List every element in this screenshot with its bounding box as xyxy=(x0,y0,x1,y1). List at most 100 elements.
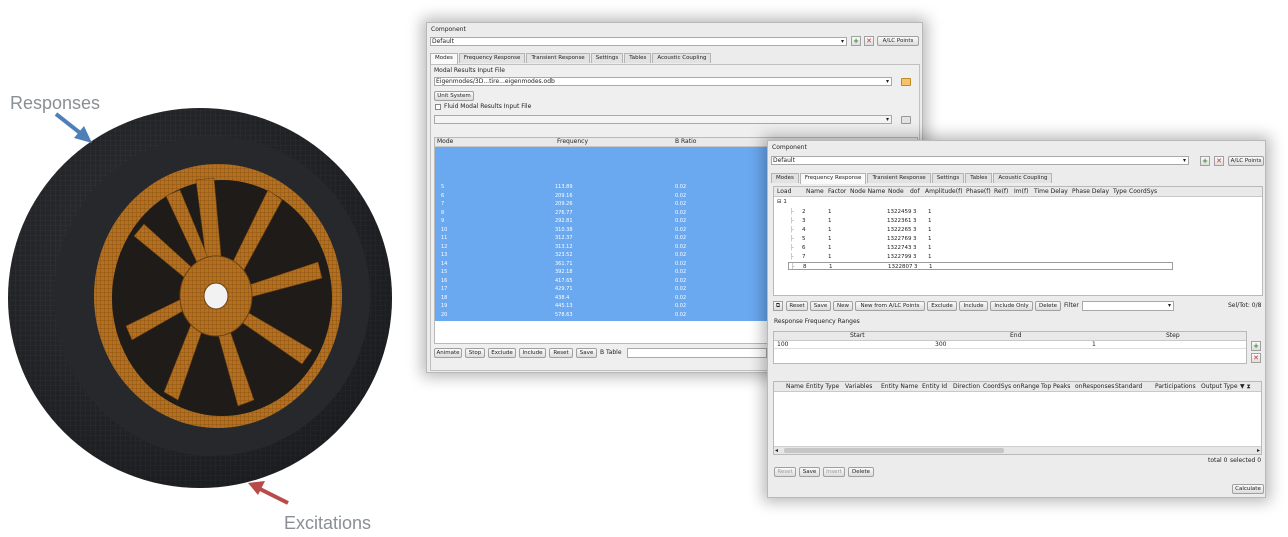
tab-settings[interactable]: Settings xyxy=(590,53,624,63)
add-range-icon[interactable]: + xyxy=(1251,341,1261,351)
load-tree-root[interactable]: ⊟ 1 xyxy=(777,198,787,206)
load-row[interactable]: ├ 6 1 1322743 3 1 xyxy=(774,244,1262,252)
load-cell-node: 1322769 xyxy=(887,236,912,242)
calculate-button[interactable]: Calculate xyxy=(1232,484,1264,494)
horizontal-scrollbar[interactable]: ◂ ▸ xyxy=(774,446,1261,454)
load-root-value: 1 xyxy=(783,199,787,205)
insert-button[interactable]: Insert xyxy=(823,467,845,477)
fluid-modal-checkbox[interactable] xyxy=(435,104,441,110)
load-cell-node: 1322743 xyxy=(887,245,912,251)
new-from-alc-points-button[interactable]: New from A/LC Points xyxy=(855,301,925,311)
tab-transient-response[interactable]: Transient Response xyxy=(867,173,931,183)
mode-cell-ratio: 0.02 xyxy=(675,184,687,190)
reset-button[interactable]: Reset xyxy=(774,467,796,477)
delete-button[interactable]: Delete xyxy=(848,467,874,477)
component-select[interactable]: Default ▾ xyxy=(430,37,847,46)
range-start-value[interactable]: 100 xyxy=(777,341,788,349)
save-button[interactable]: Save xyxy=(810,301,831,311)
tab-transient-response[interactable]: Transient Response xyxy=(526,53,590,63)
mode-cell-ratio: 0.02 xyxy=(675,235,687,241)
tab-tables[interactable]: Tables xyxy=(965,173,993,183)
load-row[interactable]: ├ 2 1 1322459 3 1 xyxy=(774,208,1262,216)
component-select[interactable]: Default ▾ xyxy=(771,156,1189,165)
folder-icon[interactable] xyxy=(901,78,911,86)
tab-acoustic-coupling[interactable]: Acoustic Coupling xyxy=(993,173,1053,183)
reset-button[interactable]: Reset xyxy=(786,301,808,311)
load-cell-dof: 3 xyxy=(913,209,917,215)
include-button[interactable]: Include xyxy=(959,301,988,311)
exclude-button[interactable]: Exclude xyxy=(927,301,957,311)
save-button[interactable]: Save xyxy=(799,467,820,477)
remove-range-icon[interactable]: ✕ xyxy=(1251,353,1261,363)
include-only-button[interactable]: Include Only xyxy=(990,301,1033,311)
header-coordsys: CoordSys xyxy=(1129,188,1158,195)
load-row[interactable]: ├ 7 1 1322799 3 1 xyxy=(774,253,1262,261)
range-end-value[interactable]: 300 xyxy=(935,341,946,349)
fluid-modal-path-field[interactable]: ▾ xyxy=(434,115,892,124)
load-cell-node: 1322361 xyxy=(887,218,912,224)
load-cell-factor: 1 xyxy=(829,264,833,270)
load-row[interactable]: ├ 4 1 1322265 3 1 xyxy=(774,226,1262,234)
copy-icon[interactable]: ⧉ xyxy=(773,301,783,311)
mode-cell-frequency: 209.26 xyxy=(555,201,573,207)
load-cell-factor: 1 xyxy=(828,254,832,260)
close-icon[interactable]: ✕ xyxy=(864,36,874,46)
tab-frequency-response[interactable]: Frequency Response xyxy=(458,53,526,63)
unit-system-button[interactable]: Unit System xyxy=(434,91,474,101)
tab-tables[interactable]: Tables xyxy=(624,53,652,63)
folder-icon[interactable] xyxy=(901,116,911,124)
mode-cell-mode: 20 xyxy=(441,311,448,318)
mode-cell-ratio: 0.02 xyxy=(675,294,687,301)
load-row[interactable]: ├ 8 1 1322807 3 1 xyxy=(788,262,1173,270)
scroll-right-icon[interactable]: ▸ xyxy=(1257,447,1260,455)
save-button[interactable]: Save xyxy=(576,348,597,358)
load-cell-dof: 3 xyxy=(913,254,917,260)
alc-points-button[interactable]: A/LC Points xyxy=(877,36,919,46)
mode-cell-ratio: 0.02 xyxy=(675,252,687,258)
header-output-type: Output Type xyxy=(1201,383,1238,390)
header-amplitude: Amplitude(f) xyxy=(925,188,963,195)
include-button[interactable]: Include xyxy=(519,348,546,358)
mode-cell-ratio: 0.02 xyxy=(675,201,687,207)
sel-tot-count: Sel/Tot: 0/8 xyxy=(1228,302,1262,309)
animate-button[interactable]: Animate xyxy=(434,348,462,358)
range-row[interactable]: 100 300 1 xyxy=(774,341,1246,349)
load-row[interactable]: ├ 3 1 1322361 3 1 xyxy=(774,217,1262,225)
load-cell-load: 8 xyxy=(803,264,807,270)
alc-points-button[interactable]: A/LC Points xyxy=(1228,156,1264,166)
mode-cell-frequency: 361.71 xyxy=(555,260,573,267)
header-time-delay: Time Delay xyxy=(1034,188,1068,195)
header-re: Re(f) xyxy=(994,188,1009,195)
add-icon[interactable]: + xyxy=(1200,156,1210,166)
tab-modes[interactable]: Modes xyxy=(430,53,458,64)
delete-button[interactable]: Delete xyxy=(1035,301,1061,311)
scrollbar-thumb[interactable] xyxy=(784,448,1004,453)
load-cell-amp: 1 xyxy=(928,218,932,224)
load-cell-node: 1322265 xyxy=(887,227,912,233)
range-step-value[interactable]: 1 xyxy=(1092,341,1096,349)
tab-settings[interactable]: Settings xyxy=(931,173,965,183)
mode-cell-ratio: 0.02 xyxy=(675,277,687,284)
b-table-field[interactable] xyxy=(627,348,767,358)
tab-frequency-response[interactable]: Frequency Response xyxy=(799,173,867,184)
exclude-button[interactable]: Exclude xyxy=(488,348,516,358)
add-icon[interactable]: + xyxy=(851,36,861,46)
tab-modes[interactable]: Modes xyxy=(771,173,799,183)
modal-results-label: Modal Results Input File xyxy=(434,67,505,74)
load-row[interactable]: ├ 5 1 1322769 3 1 xyxy=(774,235,1262,243)
chevron-down-icon: ▾ xyxy=(885,116,889,123)
new-button[interactable]: New xyxy=(833,301,853,311)
mode-cell-frequency: 445.13 xyxy=(555,303,573,309)
mode-cell-mode: 9 xyxy=(441,218,445,224)
close-icon[interactable]: ✕ xyxy=(1214,156,1224,166)
reset-button[interactable]: Reset xyxy=(549,348,573,358)
mode-cell-frequency: 429.71 xyxy=(555,286,573,292)
stop-button[interactable]: Stop xyxy=(465,348,485,358)
filter-select[interactable]: ▾ xyxy=(1082,301,1174,311)
header-direction: Direction xyxy=(953,383,981,390)
tab-acoustic-coupling[interactable]: Acoustic Coupling xyxy=(652,53,712,63)
modal-results-path-field[interactable]: Eigenmodes/3D...tire...eigenmodes.odb ▾ xyxy=(434,77,892,86)
chevron-down-icon: ▾ xyxy=(1182,157,1186,164)
scroll-left-icon[interactable]: ◂ xyxy=(775,447,778,455)
filter-icon[interactable]: ▼ ⧗ xyxy=(1240,383,1251,391)
